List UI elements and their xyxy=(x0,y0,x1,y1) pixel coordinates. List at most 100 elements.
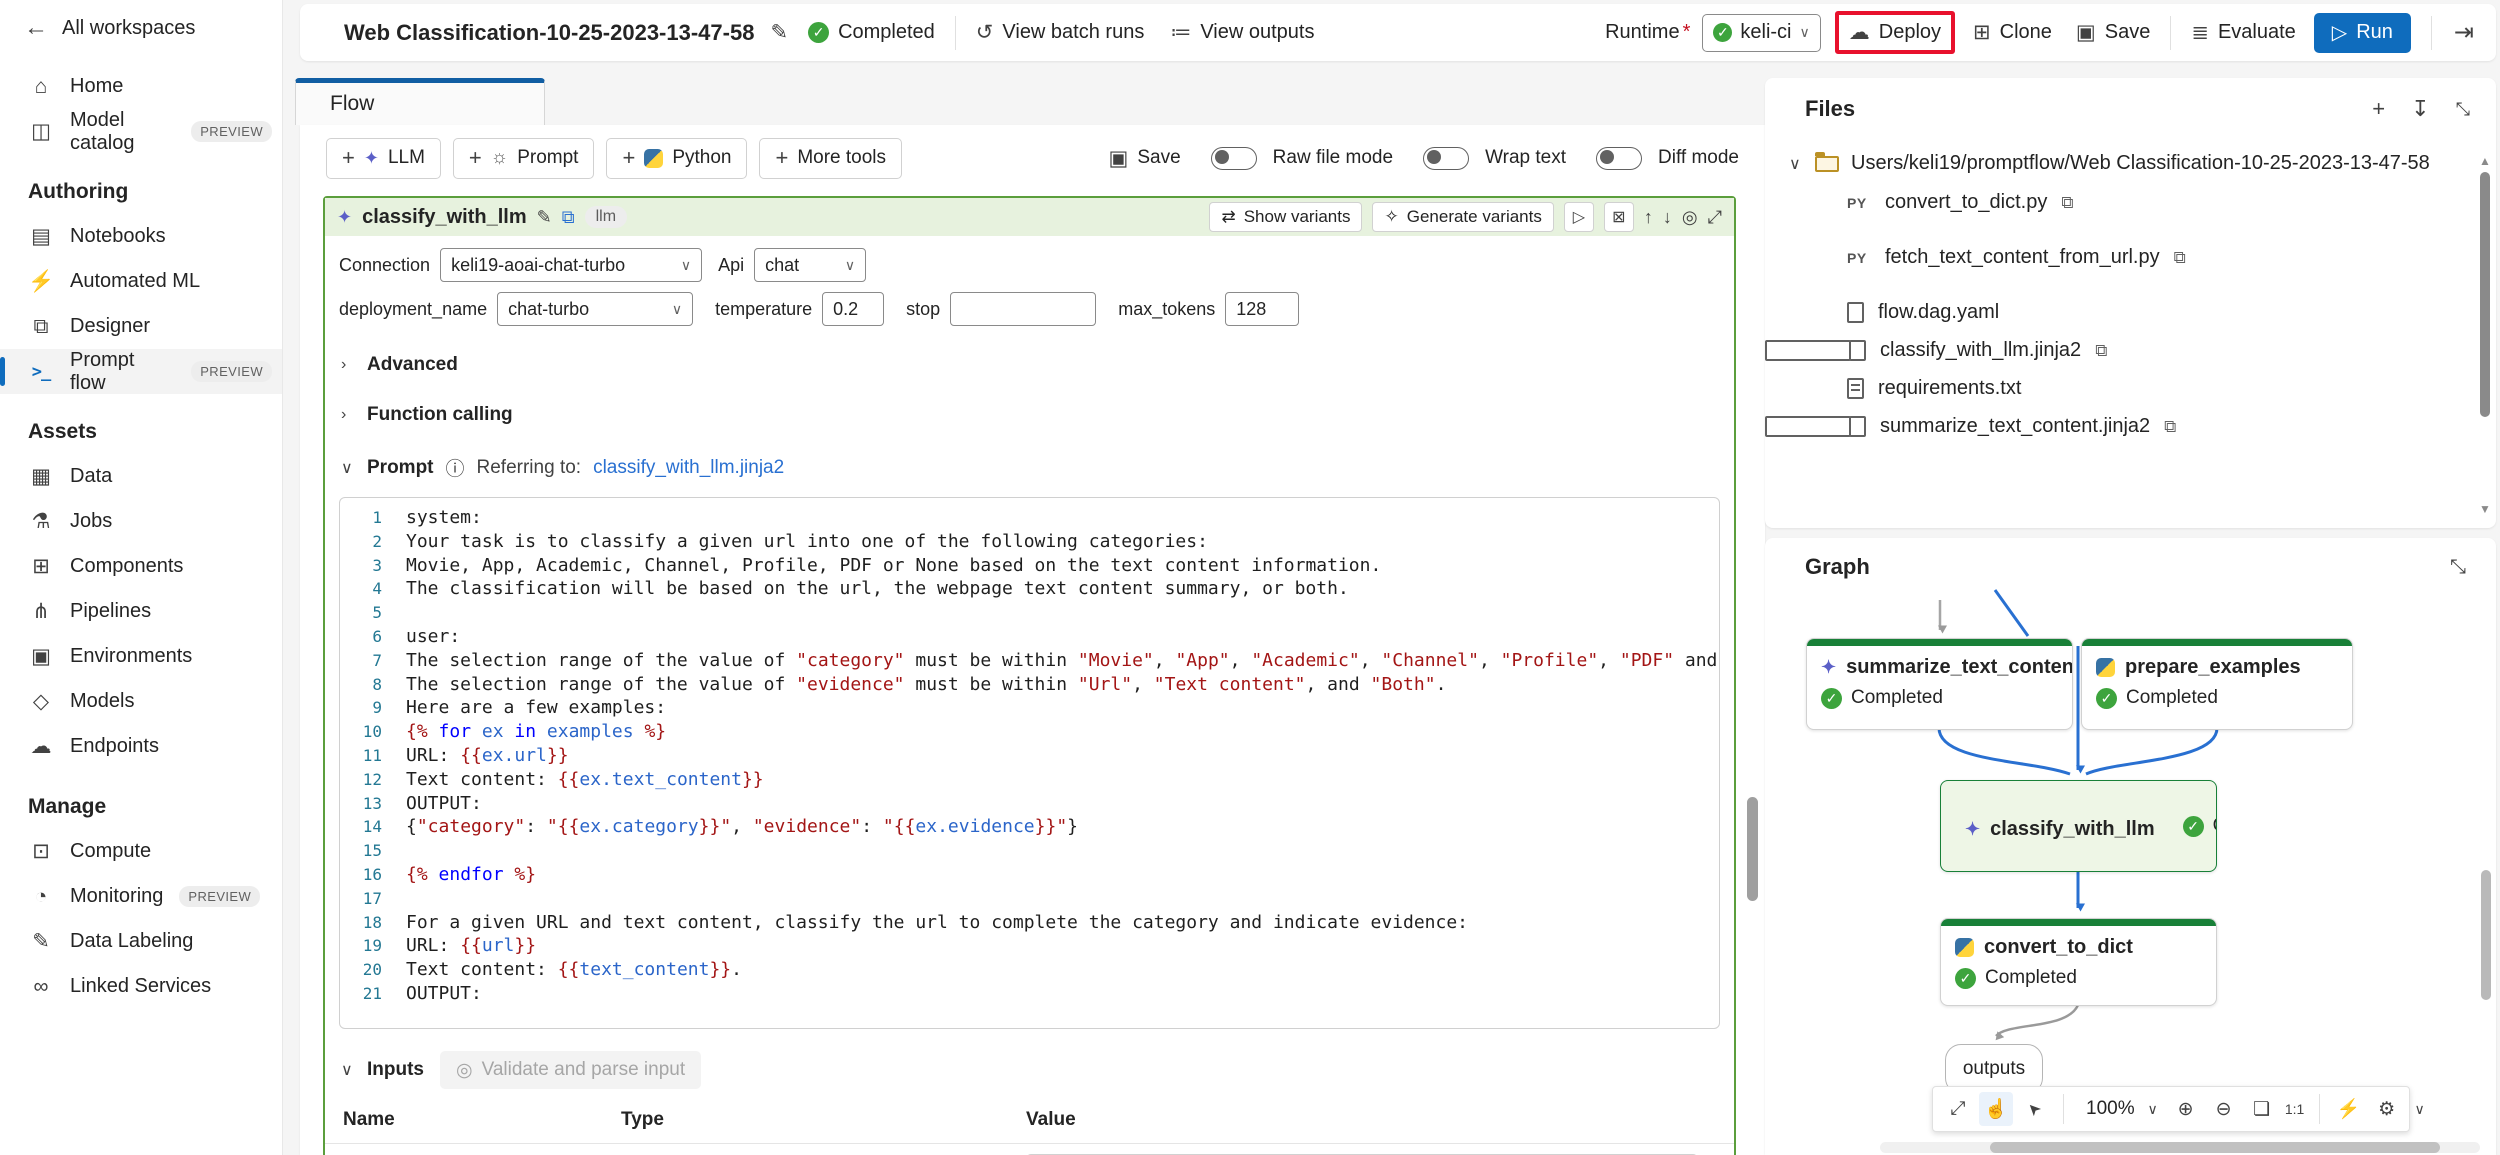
code-line[interactable]: 21 OUTPUT: xyxy=(340,982,1719,1006)
graph-toolbar-icon[interactable]: 100% xyxy=(2076,1098,2137,1120)
diff-mode-toggle[interactable] xyxy=(1596,146,1643,170)
all-workspaces-link[interactable]: ← All workspaces xyxy=(0,0,282,56)
sidebar-item[interactable]: ✎ Data Labeling xyxy=(0,919,282,964)
save-button[interactable]: ▣ Save xyxy=(2076,20,2150,45)
code-line[interactable]: 12 Text content: {{ex.text_content}} xyxy=(340,768,1719,792)
graph-toolbar-icon[interactable]: ∨ xyxy=(2141,1092,2165,1126)
file-row[interactable]: PY convert_to_dict.py ⧉ xyxy=(1765,175,2496,230)
sidebar-item[interactable]: Assets xyxy=(0,394,282,454)
files-scrollbar[interactable]: ▲ ▼ xyxy=(2478,154,2492,516)
file-row[interactable]: requirements.txt xyxy=(1765,361,2496,416)
files-scrollbar-thumb[interactable] xyxy=(2480,172,2490,417)
code-line[interactable]: 4 The classification will be based on the… xyxy=(340,577,1719,601)
sidebar-item[interactable]: ◫ Model catalog PREVIEW xyxy=(0,109,282,154)
code-line[interactable]: 5 xyxy=(340,601,1719,625)
sidebar-item[interactable]: ⚗ Jobs xyxy=(0,499,282,544)
graph-vertical-scrollbar-thumb[interactable] xyxy=(2481,870,2491,1000)
copy-node-icon[interactable]: ⧉ xyxy=(562,207,575,228)
sidebar-item[interactable]: ⌂ Home xyxy=(0,64,282,109)
code-line[interactable]: 9 Here are a few examples: xyxy=(340,696,1719,720)
code-line[interactable]: 1 system: xyxy=(340,506,1719,530)
expand-node-icon[interactable]: ⤢ xyxy=(1708,207,1722,228)
code-line[interactable]: 6 user: xyxy=(340,625,1719,649)
file-row[interactable]: PY fetch_text_content_from_url.py ⧉ xyxy=(1765,230,2496,285)
graph-toolbar-icon[interactable]: ⚙ xyxy=(2370,1092,2404,1126)
sidebar-item[interactable]: ▦ Data xyxy=(0,454,282,499)
collapse-files-icon[interactable]: ⤡ xyxy=(2456,99,2470,120)
graph-toolbar-icon[interactable]: ⊕ xyxy=(2169,1092,2203,1126)
connection-select[interactable]: keli19-aoai-chat-turbo ∨ xyxy=(440,248,703,282)
edit-title-icon[interactable]: ✎ xyxy=(770,20,788,45)
delete-node-button[interactable]: ⊠ xyxy=(1603,202,1634,232)
deployment-name-select[interactable]: chat-turbo ∨ xyxy=(497,292,694,326)
graph-toolbar-icon[interactable]: ⊖ xyxy=(2207,1092,2241,1126)
sidebar-item[interactable]: ∞ Linked Services xyxy=(0,964,282,1009)
prompt-file-link[interactable]: classify_with_llm.jinja2 xyxy=(593,457,784,479)
sidebar-item[interactable]: ◇ Models xyxy=(0,679,282,724)
code-line[interactable]: 8 The selection range of the value of "ev… xyxy=(340,673,1719,697)
graph-toolbar-icon[interactable] xyxy=(2318,1094,2320,1124)
temperature-input[interactable]: 0.2 xyxy=(822,292,885,326)
locate-node-icon[interactable]: ◎ xyxy=(1682,207,1698,228)
section-inputs[interactable]: ∨ Inputs xyxy=(341,1059,424,1081)
add-llm-button[interactable]: + ✦ LLM xyxy=(326,137,441,179)
download-icon[interactable]: ↧ xyxy=(2411,96,2429,122)
sidebar-item[interactable]: ▣ Environments xyxy=(0,634,282,679)
sidebar-item[interactable]: Manage xyxy=(0,769,282,829)
wrap-text-toggle[interactable] xyxy=(1423,146,1470,170)
code-line[interactable]: 20 Text content: {{text_content}}. xyxy=(340,958,1719,982)
clone-button[interactable]: ⊞ Clone xyxy=(1973,20,2052,45)
code-line[interactable]: 3 Movie, App, Academic, Channel, Profile,… xyxy=(340,554,1719,578)
code-line[interactable]: 14 {"category": "{{ex.category}}", "evide… xyxy=(340,815,1719,839)
prompt-code-editor[interactable]: 1 system: 2 Your task is to classify a give… xyxy=(339,497,1720,1029)
graph-toolbar-icon[interactable] xyxy=(2063,1094,2064,1124)
move-down-icon[interactable]: ↓ xyxy=(1663,207,1672,228)
scroll-down-icon[interactable]: ▼ xyxy=(2478,502,2492,516)
add-python-button[interactable]: + Python xyxy=(606,137,748,179)
validate-parse-input-button[interactable]: ◎ Validate and parse input xyxy=(440,1051,702,1089)
deploy-button[interactable]: ☁ Deploy xyxy=(1849,20,1941,45)
section-function-calling[interactable]: › Function calling xyxy=(325,390,1734,440)
sidebar-item[interactable]: ⊞ Components xyxy=(0,544,282,589)
code-line[interactable]: 7 The selection range of the value of "ca… xyxy=(340,649,1719,673)
code-line[interactable]: 2 Your task is to classify a given url in… xyxy=(340,530,1719,554)
graph-node-summarize-text-content[interactable]: ✦ summarize_text_content ✓ Completed xyxy=(1806,638,2073,730)
stop-input[interactable] xyxy=(950,292,1097,326)
graph-node-classify-with-llm[interactable]: ✦ classify_with_llm ✓ Completed xyxy=(1940,780,2217,872)
graph-toolbar-icon[interactable]: ⚡ xyxy=(2332,1092,2366,1126)
sidebar-item[interactable]: >_ Prompt flow PREVIEW xyxy=(0,349,282,394)
section-prompt[interactable]: ∨ Prompt ⓘ Referring to: classify_with_l… xyxy=(325,440,1734,495)
code-line[interactable]: 16 {% endfor %} xyxy=(340,863,1719,887)
add-prompt-button[interactable]: + ☼ Prompt xyxy=(452,137,595,179)
evaluate-button[interactable]: ≣ Evaluate xyxy=(2191,20,2295,45)
run-button[interactable]: ▷ Run xyxy=(2313,12,2411,53)
sidebar-item[interactable]: ⊡ Compute xyxy=(0,829,282,874)
code-line[interactable]: 11 URL: {{ex.url}} xyxy=(340,744,1719,768)
view-outputs-button[interactable]: ≔ View outputs xyxy=(1170,20,1314,45)
graph-toolbar-icon[interactable]: ❏ xyxy=(2245,1092,2279,1126)
graph-toolbar-icon[interactable]: 1:1 xyxy=(2283,1092,2307,1126)
add-file-icon[interactable]: + xyxy=(2372,96,2385,122)
runtime-dropdown[interactable]: ✓ keli-ci ∨ xyxy=(1702,13,1821,52)
flow-save-button[interactable]: ▣ Save xyxy=(1109,146,1181,171)
graph-horizontal-scrollbar-thumb[interactable] xyxy=(1990,1142,2440,1153)
graph-canvas[interactable]: ✦ summarize_text_content ✓ Completed pre… xyxy=(1765,538,2496,1155)
sidebar-item[interactable]: ⧉ Designer xyxy=(0,304,282,349)
code-line[interactable]: 19 URL: {{url}} xyxy=(340,934,1719,958)
graph-toolbar-icon[interactable]: ➤ xyxy=(2010,1085,2058,1133)
view-batch-runs-button[interactable]: ↺ View batch runs xyxy=(976,20,1145,45)
raw-file-mode-toggle[interactable] xyxy=(1210,146,1257,170)
scroll-up-icon[interactable]: ▲ xyxy=(2478,154,2492,168)
sidebar-item[interactable]: ⚡ Automated ML xyxy=(0,259,282,304)
sidebar-item[interactable]: ▤ Notebooks xyxy=(0,214,282,259)
file-row[interactable]: flow.dag.yaml xyxy=(1765,285,2496,340)
tab-flow[interactable]: Flow xyxy=(295,78,545,125)
file-row[interactable]: summarize_text_content.jinja2 ⧉ xyxy=(1765,415,2176,437)
run-node-button[interactable]: ▷ xyxy=(1563,202,1594,232)
files-tree-root[interactable]: ∨ Users/keli19/promptflow/Web Classifica… xyxy=(1765,140,2496,175)
graph-node-convert-to-dict[interactable]: convert_to_dict ✓ Completed xyxy=(1940,918,2217,1006)
graph-toolbar-icon[interactable]: ☝ xyxy=(1979,1092,2013,1126)
api-select[interactable]: chat ∨ xyxy=(754,248,867,282)
code-line[interactable]: 10 {% for ex in examples %} xyxy=(340,720,1719,744)
sidebar-item[interactable]: ⋔ Pipelines xyxy=(0,589,282,634)
